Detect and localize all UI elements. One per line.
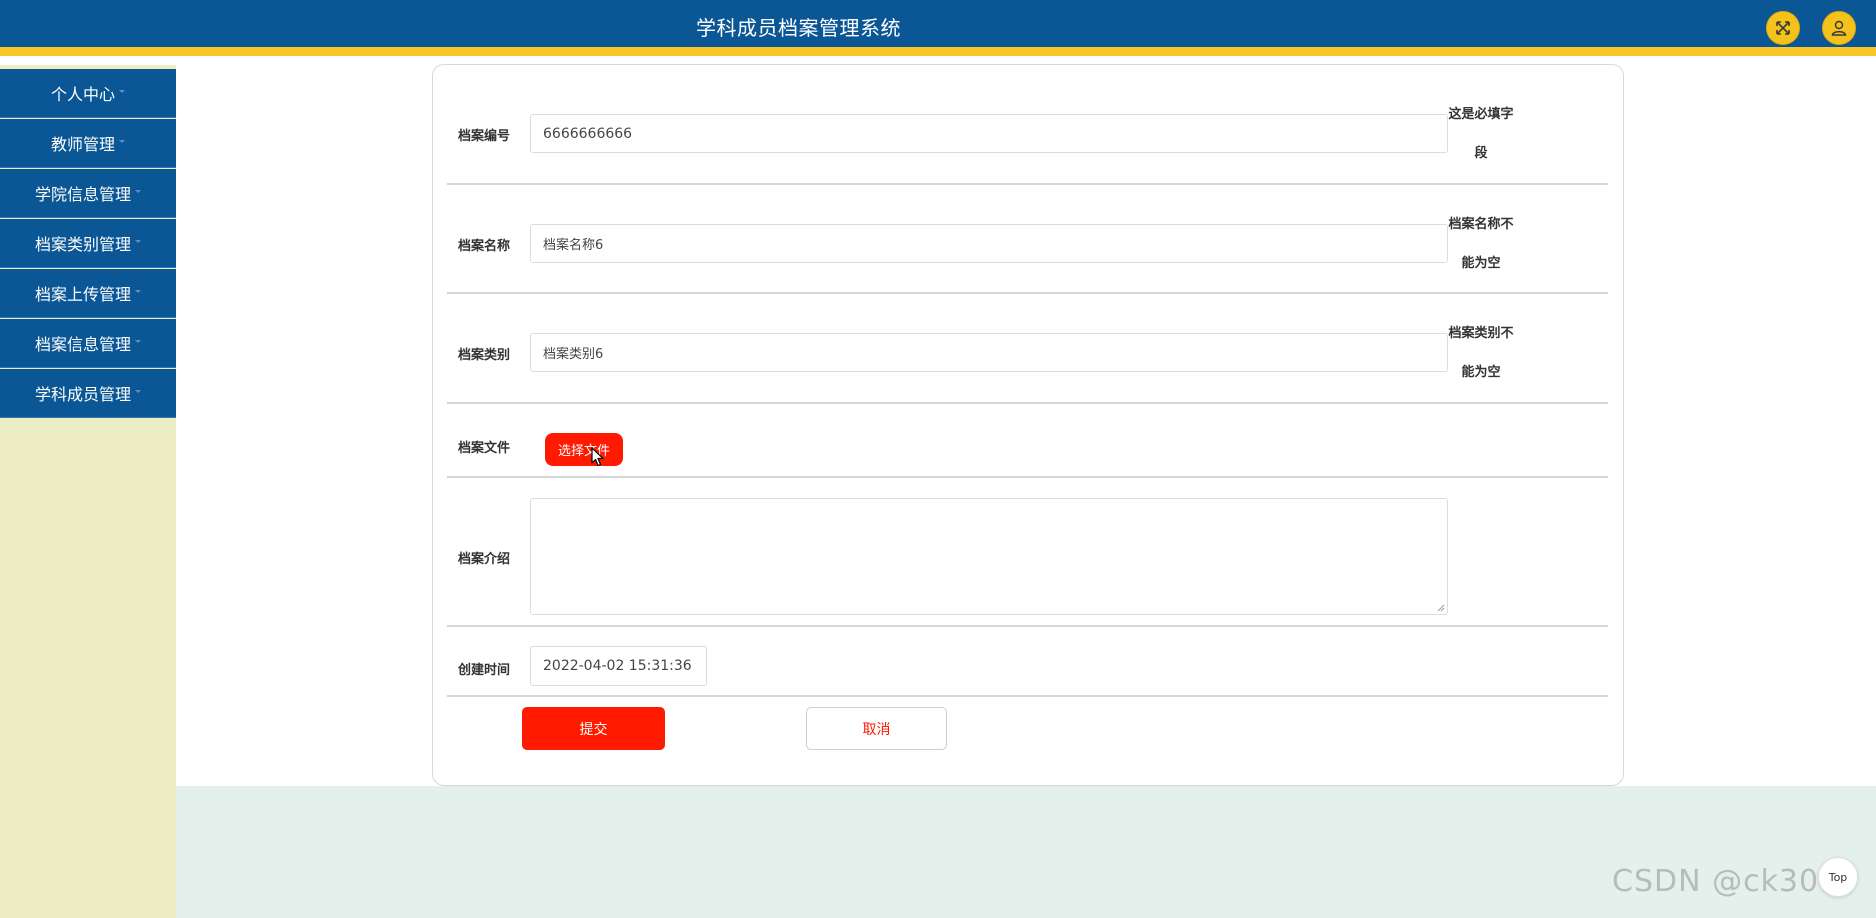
expand-icon [1776, 21, 1790, 35]
caret-down-icon [119, 89, 125, 93]
category-label: 档案类别 [458, 348, 511, 363]
resize-grip-icon[interactable] [1437, 604, 1445, 612]
divider [447, 402, 1608, 404]
caret-down-icon [135, 239, 141, 243]
category-hint: 档案类别不能为空 [1448, 326, 1514, 380]
created-label: 创建时间 [458, 663, 511, 678]
app-title: 学科成员档案管理系统 [696, 16, 901, 40]
sidebar-item-label: 教师管理 [50, 135, 115, 154]
sidebar-item-label: 学科成员管理 [34, 385, 131, 404]
sidebar-item-members[interactable]: 学科成员管理 [0, 369, 176, 418]
divider [447, 183, 1608, 185]
caret-down-icon [119, 139, 125, 143]
app-header: 学科成员档案管理系统 [0, 0, 1876, 56]
code-hint: 这是必填字段 [1448, 107, 1514, 161]
sidebar-item-archive-categories[interactable]: 档案类别管理 [0, 219, 176, 268]
caret-down-icon [135, 389, 141, 393]
divider [447, 292, 1608, 294]
scroll-top-button[interactable]: Top [1818, 857, 1858, 897]
user-button[interactable] [1822, 11, 1856, 45]
intro-label: 档案介绍 [458, 552, 511, 567]
divider [447, 695, 1608, 697]
category-input[interactable] [530, 333, 1448, 372]
sidebar-item-archive-info[interactable]: 档案信息管理 [0, 319, 176, 368]
sidebar-item-label: 档案信息管理 [34, 335, 131, 354]
fullscreen-button[interactable] [1766, 11, 1800, 45]
sidebar-item-label: 个人中心 [50, 85, 115, 104]
file-label: 档案文件 [458, 441, 511, 456]
user-icon [1831, 20, 1847, 36]
intro-textarea[interactable] [530, 498, 1448, 615]
divider [447, 625, 1608, 627]
divider [447, 476, 1608, 478]
sidebar-item-label: 档案类别管理 [34, 235, 131, 254]
name-hint: 档案名称不能为空 [1448, 217, 1514, 271]
mouse-cursor-icon [591, 447, 604, 467]
code-input[interactable] [530, 114, 1448, 153]
sidebar-item-colleges[interactable]: 学院信息管理 [0, 169, 176, 218]
name-label: 档案名称 [458, 239, 511, 254]
sidebar-item-label: 学院信息管理 [34, 185, 131, 204]
sidebar-item-teachers[interactable]: 教师管理 [0, 119, 176, 168]
cancel-button[interactable]: 取消 [806, 707, 947, 750]
sidebar-item-personal-center[interactable]: 个人中心 [0, 69, 176, 118]
code-label: 档案编号 [458, 129, 511, 144]
name-input[interactable] [530, 224, 1448, 263]
created-time-input[interactable]: 2022-04-02 15:31:36 [530, 646, 707, 686]
caret-down-icon [135, 339, 141, 343]
sidebar-item-archive-upload[interactable]: 档案上传管理 [0, 269, 176, 318]
sidebar-item-label: 档案上传管理 [34, 285, 131, 304]
caret-down-icon [135, 189, 141, 193]
submit-button[interactable]: 提交 [522, 707, 665, 750]
choose-file-button[interactable]: 选择文件 [545, 433, 623, 466]
caret-down-icon [135, 289, 141, 293]
